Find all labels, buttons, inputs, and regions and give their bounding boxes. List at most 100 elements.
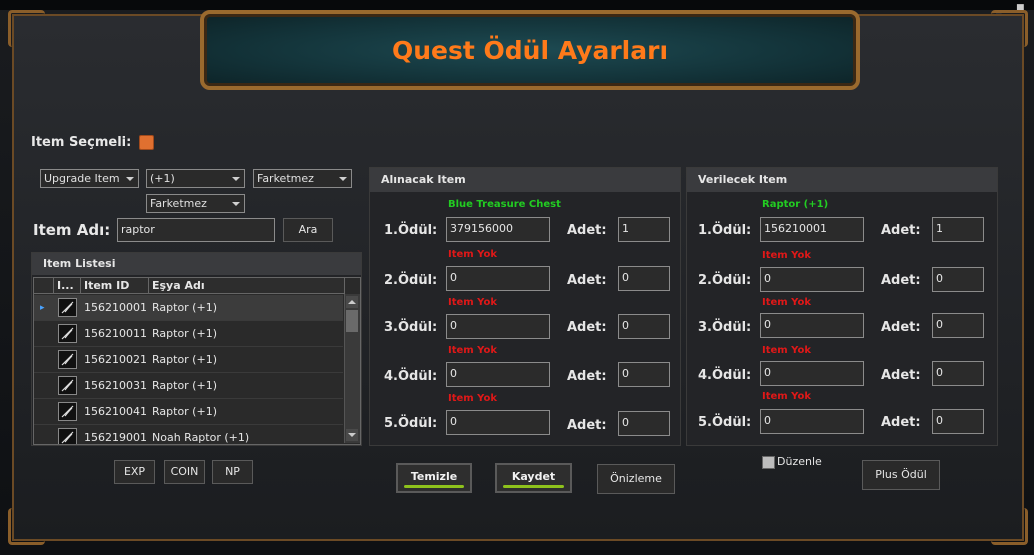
item-secmeli-checkbox[interactable]: [139, 135, 154, 150]
window-top-strip: [0, 0, 1034, 10]
onizleme-button[interactable]: Önizleme: [597, 464, 675, 494]
scroll-down-button[interactable]: [346, 429, 358, 441]
alinacak-reward-1-adet-label: Adet:: [567, 223, 607, 238]
table-row[interactable]: 156210021 Raptor (+1): [34, 347, 343, 373]
col-header-esya-adi[interactable]: Eşya Adı: [149, 278, 345, 294]
category-dropdown[interactable]: Upgrade Item: [40, 169, 139, 188]
item-name-label: Item Adı:: [33, 221, 111, 239]
row-item-name: Raptor (+1): [152, 327, 217, 340]
chevron-down-icon: [232, 202, 240, 206]
chevron-down-icon: [126, 177, 134, 181]
item-name-input[interactable]: raptor: [117, 218, 275, 242]
coin-button[interactable]: COIN: [164, 460, 205, 484]
search-button[interactable]: Ara: [283, 218, 333, 242]
alinacak-reward-2-status: Item Yok: [448, 249, 498, 260]
alinacak-reward-4-status: Item Yok: [448, 345, 498, 356]
type1-dropdown-value: Farketmez: [257, 172, 314, 185]
table-row[interactable]: 156210041 Raptor (+1): [34, 399, 343, 425]
plus-odul-button[interactable]: Plus Ödül: [862, 460, 940, 490]
button-accent-bar: [404, 485, 464, 488]
row-item-id: 156219001: [84, 431, 147, 444]
alinacak-reward-3-adet-input[interactable]: 0: [618, 314, 670, 339]
duzenle-checkbox[interactable]: [762, 456, 775, 469]
button-accent-bar: [503, 485, 564, 488]
verilecek-reward-4-input[interactable]: 0: [760, 361, 864, 386]
exp-button[interactable]: EXP: [114, 460, 155, 484]
scroll-up-button[interactable]: [346, 296, 358, 308]
alinacak-reward-5-status: Item Yok: [448, 393, 498, 404]
duzenle-label: Düzenle: [777, 455, 822, 468]
table-row[interactable]: 156219001 Noah Raptor (+1): [34, 425, 343, 444]
item-icon: [58, 298, 77, 317]
row-item-name: Raptor (+1): [152, 405, 217, 418]
table-row[interactable]: ▸ 156210001 Raptor (+1): [34, 295, 343, 321]
chevron-down-icon: [339, 177, 347, 181]
verilecek-reward-5-input[interactable]: 0: [760, 409, 864, 434]
item-icon: [58, 402, 77, 421]
row-item-id: 156210031: [84, 379, 147, 392]
col-header-icon[interactable]: I...: [54, 278, 81, 294]
verilecek-reward-5-adet-input[interactable]: 0: [932, 409, 984, 434]
np-button[interactable]: NP: [212, 460, 253, 484]
item-list-scrollbar[interactable]: [344, 294, 360, 443]
item-icon: [58, 324, 77, 343]
row-item-name: Raptor (+1): [152, 379, 217, 392]
verilecek-reward-1-input[interactable]: 156210001: [760, 217, 864, 242]
verilecek-reward-2-adet-input[interactable]: 0: [932, 267, 984, 292]
row-item-id: 156210001: [84, 301, 147, 314]
alinacak-reward-4-adet-label: Adet:: [567, 369, 607, 384]
verilecek-reward-1-adet-input[interactable]: 1: [932, 217, 984, 242]
alinacak-reward-5-adet-input[interactable]: 0: [618, 411, 670, 436]
item-icon: [58, 428, 77, 444]
temizle-button[interactable]: Temizle: [396, 463, 472, 493]
verilecek-reward-2-label: 2.Ödül:: [698, 273, 752, 288]
alinacak-item-title: Alınacak Item: [370, 168, 680, 192]
verilecek-reward-2-input[interactable]: 0: [760, 267, 864, 292]
alinacak-reward-3-label: 3.Ödül:: [384, 320, 438, 335]
alinacak-reward-2-input[interactable]: 0: [446, 266, 550, 291]
row-item-id: 156210041: [84, 405, 147, 418]
frame-corner-ornament: [991, 10, 1028, 47]
alinacak-reward-3-status: Item Yok: [448, 297, 498, 308]
kaydet-label: Kaydet: [511, 470, 556, 483]
alinacak-reward-5-input[interactable]: 0: [446, 410, 550, 435]
verilecek-reward-1-adet-label: Adet:: [881, 223, 921, 238]
table-row[interactable]: 156210011 Raptor (+1): [34, 321, 343, 347]
row-item-id: 156210021: [84, 353, 147, 366]
alinacak-reward-3-input[interactable]: 0: [446, 314, 550, 339]
alinacak-reward-4-input[interactable]: 0: [446, 362, 550, 387]
item-icon: [58, 350, 77, 369]
verilecek-reward-4-adet-label: Adet:: [881, 368, 921, 383]
row-item-id: 156210011: [84, 327, 147, 340]
item-secmeli-label: Item Seçmeli:: [31, 135, 132, 150]
verilecek-reward-5-adet-label: Adet:: [881, 415, 921, 430]
alinacak-reward-4-adet-input[interactable]: 0: [618, 362, 670, 387]
grade-dropdown[interactable]: (+1): [146, 169, 245, 188]
title-banner: Quest Ödül Ayarları: [200, 10, 860, 90]
app-window: _ ■ Quest Ödül Ayarları Item Seçmeli: Up…: [0, 0, 1034, 555]
alinacak-reward-2-adet-input[interactable]: 0: [618, 266, 670, 291]
chevron-down-icon: [348, 433, 356, 437]
row-item-name: Raptor (+1): [152, 301, 217, 314]
row-item-name: Raptor (+1): [152, 353, 217, 366]
type1-dropdown[interactable]: Farketmez: [253, 169, 352, 188]
verilecek-reward-3-input[interactable]: 0: [760, 313, 864, 338]
verilecek-reward-2-status: Item Yok: [762, 250, 812, 261]
alinacak-reward-1-adet-input[interactable]: 1: [618, 217, 670, 242]
verilecek-reward-4-adet-input[interactable]: 0: [932, 361, 984, 386]
scroll-thumb[interactable]: [346, 310, 358, 332]
verilecek-reward-3-adet-input[interactable]: 0: [932, 313, 984, 338]
type2-dropdown[interactable]: Farketmez: [146, 194, 245, 213]
table-row[interactable]: 156210031 Raptor (+1): [34, 373, 343, 399]
col-header-item-id[interactable]: Item ID: [81, 278, 149, 294]
item-list-grid: I... Item ID Eşya Adı ▸ 156210001 Raptor…: [33, 277, 361, 445]
frame-corner-ornament: [8, 10, 45, 47]
alinacak-reward-1-status: Blue Treasure Chest: [448, 199, 561, 210]
row-header-col: [34, 278, 54, 294]
kaydet-button[interactable]: Kaydet: [495, 463, 572, 493]
verilecek-reward-3-status: Item Yok: [762, 297, 812, 308]
item-list-title: Item Listesi: [32, 253, 361, 275]
verilecek-reward-5-label: 5.Ödül:: [698, 415, 752, 430]
verilecek-reward-4-status: Item Yok: [762, 345, 812, 356]
alinacak-reward-1-input[interactable]: 379156000: [446, 217, 550, 242]
